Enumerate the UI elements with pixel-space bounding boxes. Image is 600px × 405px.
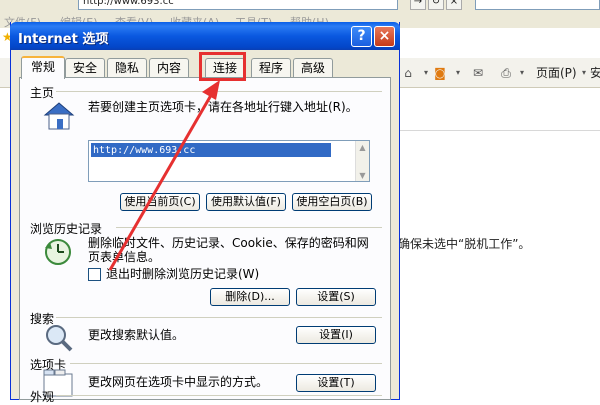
- dialog-title: Internet 选项: [18, 32, 109, 47]
- address-bar[interactable]: http://www.693.cc: [78, 0, 398, 10]
- general-tab-panel: 主页 若要创建主页选项卡，请在各地址行键入地址(R)。 ▲▼ 使用当前页(C) …: [19, 77, 391, 404]
- tabs-description: 更改网页在选项卡中显示的方式。: [88, 375, 269, 389]
- page-content-text: 确保未选中“脱机工作”。: [398, 237, 531, 251]
- dialog-title-bar[interactable]: Internet 选项 ? ×: [10, 22, 400, 50]
- appearance-group-title: 外观: [30, 390, 55, 404]
- group-divider: [116, 227, 382, 228]
- dropdown-arrow-icon[interactable]: ▾: [514, 66, 530, 80]
- delete-history-button[interactable]: 删除(D)...: [210, 288, 290, 306]
- homepage-url-input[interactable]: [91, 143, 331, 157]
- use-blank-button[interactable]: 使用空白页(B): [292, 193, 372, 211]
- url-scrollbar[interactable]: ▲ ▼: [355, 141, 369, 181]
- delete-on-exit-checkbox[interactable]: [88, 268, 101, 281]
- tab-advanced[interactable]: 高级: [293, 58, 333, 78]
- tab-privacy[interactable]: 隐私: [107, 58, 147, 78]
- connections-tab-highlight: [199, 52, 246, 81]
- safety-menu[interactable]: 安: [590, 66, 600, 80]
- refresh-icon[interactable]: ↻: [428, 0, 444, 10]
- group-divider: [56, 317, 382, 318]
- history-group-title: 浏览历史记录: [30, 222, 103, 236]
- group-divider: [56, 91, 382, 92]
- tab-programs[interactable]: 程序: [251, 58, 291, 78]
- tab-general[interactable]: 常规: [21, 56, 65, 79]
- group-divider: [56, 395, 382, 396]
- search-description: 更改搜索默认值。: [88, 328, 185, 342]
- history-description: 删除临时文件、历史记录、Cookie、保存的密码和网页表单信息。: [88, 236, 369, 264]
- tabs-settings-button[interactable]: 设置(T): [296, 374, 376, 392]
- use-default-button[interactable]: 使用默认值(F): [206, 193, 286, 211]
- homepage-url-textarea[interactable]: ▲▼: [88, 140, 370, 182]
- group-divider: [70, 363, 382, 364]
- go-icon[interactable]: →: [410, 0, 426, 10]
- help-button[interactable]: ?: [351, 26, 372, 47]
- mail-icon[interactable]: ✉: [470, 66, 486, 80]
- history-clock-icon: [42, 236, 76, 268]
- delete-on-exit-label[interactable]: 退出时删除浏览历史记录(W): [106, 267, 259, 281]
- page-menu[interactable]: 页面(P): [536, 66, 577, 80]
- homepage-description: 若要创建主页选项卡，请在各地址行键入地址(R)。: [88, 100, 358, 114]
- close-button[interactable]: ×: [374, 26, 395, 47]
- homepage-group-title: 主页: [30, 86, 55, 100]
- use-current-button[interactable]: 使用当前页(C): [120, 193, 200, 211]
- magnifier-icon: [42, 322, 76, 354]
- home-icon[interactable]: ⌂: [400, 66, 416, 80]
- rss-feed-icon[interactable]: ◙: [432, 66, 448, 80]
- print-icon[interactable]: ⎙: [498, 66, 514, 80]
- search-box[interactable]: [475, 0, 600, 10]
- house-icon: [42, 100, 76, 132]
- tab-security[interactable]: 安全: [65, 58, 105, 78]
- search-settings-button[interactable]: 设置(I): [296, 326, 376, 344]
- stop-icon[interactable]: ×: [446, 0, 462, 10]
- history-settings-button[interactable]: 设置(S): [296, 288, 376, 306]
- tab-content[interactable]: 内容: [149, 58, 189, 78]
- content-divider: [398, 130, 600, 131]
- dropdown-arrow-icon[interactable]: ▾: [450, 66, 466, 80]
